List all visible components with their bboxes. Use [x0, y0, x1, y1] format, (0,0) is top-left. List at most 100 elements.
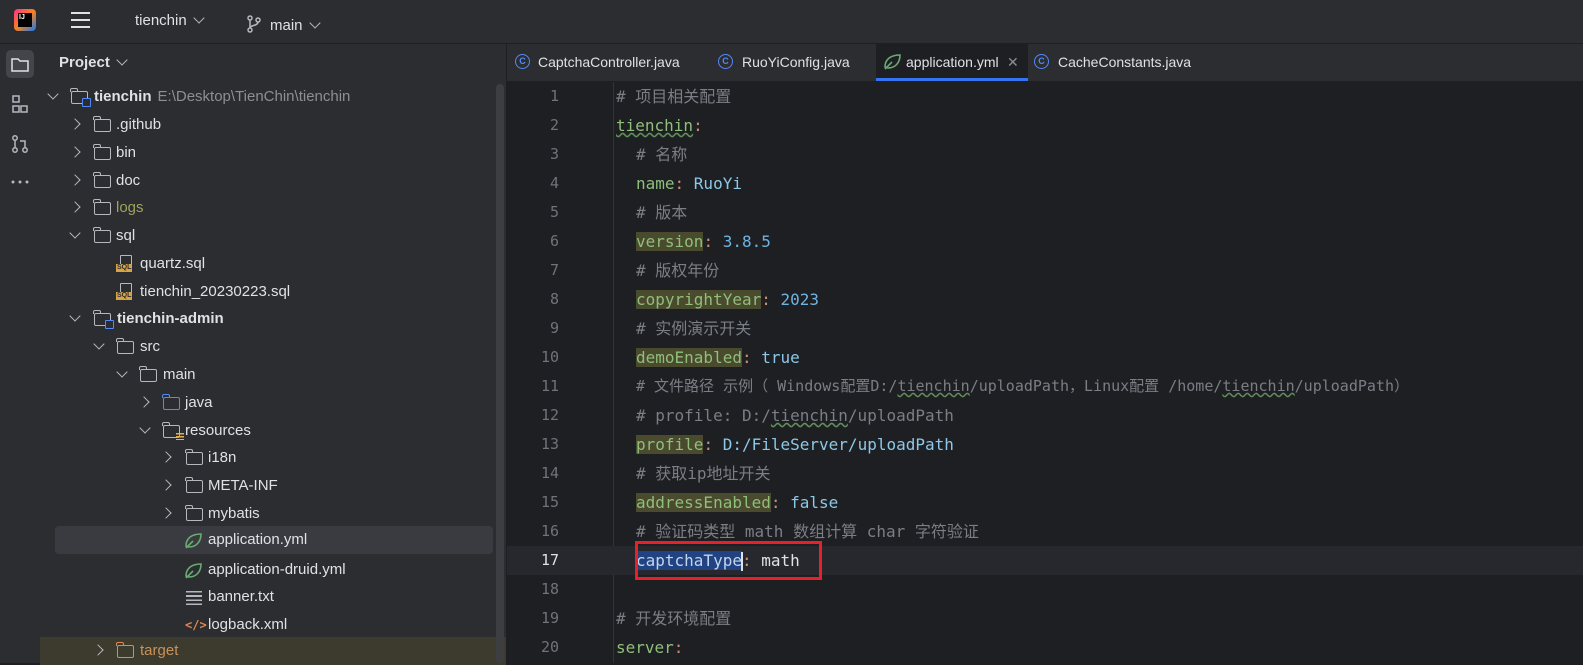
java-class-icon: C [515, 54, 530, 69]
tree-item-label: logs [116, 199, 144, 216]
chevron-right-icon [160, 451, 172, 463]
project-switcher[interactable]: tienchin [135, 12, 205, 29]
chevron-right-icon [69, 146, 81, 158]
line-number: 7 [549, 261, 559, 279]
tree-item-label: sql [116, 227, 136, 244]
tree-item-application-yml[interactable]: application.yml [55, 526, 493, 554]
module-folder-icon [93, 310, 114, 329]
intellij-logo-icon[interactable]: IJ [14, 9, 36, 31]
tree-item-label: logback.xml [208, 616, 288, 633]
tree-item-label: bin [116, 144, 137, 161]
chevron-down-icon [308, 17, 321, 29]
code-line: 13 profile: D:/FileServer/uploadPath [507, 430, 1583, 459]
yaml-key: tienchin [616, 116, 694, 135]
yaml-value: D:/FileServer/uploadPath [722, 435, 954, 454]
branch-switcher[interactable]: main [246, 12, 321, 34]
chevron-right-icon [92, 644, 104, 656]
tree-item-mybatis[interactable]: mybatis [40, 500, 495, 528]
tree-item-tienchin[interactable]: tienchin E:\Desktop\TienChin\tienchin [40, 83, 495, 111]
tree-item-label: application-druid.yml [208, 561, 346, 578]
tree-item-label: target [140, 642, 179, 659]
tree-item-label: src [140, 338, 160, 355]
folder-icon [93, 227, 111, 243]
tree-item-doc[interactable]: doc [40, 167, 495, 195]
folder-icon [93, 144, 111, 160]
tree-item-label: resources [185, 422, 251, 439]
yaml-value: true [761, 348, 800, 367]
project-scrollbar[interactable] [496, 84, 504, 663]
comment: # 获取ip地址开关 [636, 464, 771, 483]
pull-request-icon [12, 135, 28, 153]
tree-item-label: mybatis [208, 505, 260, 522]
spring-yaml-icon [185, 563, 202, 579]
commit-tool-button[interactable] [6, 130, 34, 158]
tree-item-application-druid-yml[interactable]: application-druid.yml [40, 556, 495, 584]
more-tools-button[interactable] [6, 168, 34, 196]
tree-item-java[interactable]: java [40, 389, 495, 417]
tree-item-quartz-sql[interactable]: SQL quartz.sql [40, 250, 495, 278]
tree-item-sql[interactable]: sql [40, 222, 495, 250]
tree-item-banner-txt[interactable]: banner.txt [40, 583, 495, 611]
yaml-key: name [636, 174, 675, 193]
tree-item-label: doc [116, 172, 141, 189]
tree-item-logback-xml[interactable]: </> logback.xml [40, 611, 495, 639]
folder-icon [93, 172, 111, 188]
tree-item-src[interactable]: src [40, 333, 495, 361]
tree-item-logs[interactable]: logs [40, 194, 495, 222]
tree-item-target[interactable]: target [40, 637, 506, 665]
tab-label: RuoYiConfig.java [742, 54, 850, 70]
line-number: 18 [540, 580, 559, 598]
more-icon [11, 180, 29, 184]
source-folder-icon [162, 394, 180, 410]
project-panel-header[interactable]: Project [59, 54, 128, 71]
code-line: 5 # 版本 [507, 198, 1583, 227]
line-number: 12 [540, 406, 559, 424]
folder-icon [185, 449, 203, 465]
tree-item-label: banner.txt [208, 588, 274, 605]
tree-item-tienchin-admin[interactable]: tienchin-admin [40, 305, 495, 333]
main-menu-icon[interactable] [71, 12, 90, 30]
yaml-key: captchaType [636, 551, 742, 570]
tree-item-label: META-INF [208, 477, 278, 494]
close-icon[interactable]: ✕ [1007, 44, 1019, 81]
code-line: 12 # profile: D:/tienchin/uploadPath [507, 401, 1583, 430]
yaml-key: addressEnabled [636, 493, 771, 512]
spring-yaml-icon [185, 533, 202, 549]
line-number: 14 [540, 464, 559, 482]
tree-item-resources[interactable]: resources [40, 417, 495, 445]
tree-item-i18n[interactable]: i18n [40, 444, 495, 472]
yaml-key: copyrightYear [636, 290, 762, 309]
chevron-down-icon [69, 310, 81, 322]
tab-captcha-controller[interactable]: C CaptchaController.java [507, 44, 713, 81]
tree-item-main[interactable]: main [40, 361, 495, 389]
folder-icon [139, 366, 157, 382]
tree-item-label: tienchin E:\Desktop\TienChin\tienchin [94, 88, 351, 105]
yaml-value: 2023 [780, 290, 820, 309]
structure-tool-button[interactable] [6, 90, 34, 118]
code-line: 11 # 文件路径 示例（ Windows配置D:/tienchin/upload… [507, 372, 1583, 401]
tree-item-tienchin-sql[interactable]: SQL tienchin_20230223.sql [40, 278, 495, 306]
chevron-right-icon [69, 174, 81, 186]
tree-item-meta-inf[interactable]: META-INF [40, 472, 495, 500]
chevron-down-icon [193, 12, 205, 24]
tree-item-label: tienchin-admin [117, 310, 224, 327]
comment: # 文件路径 示例（ Windows配置D:/tienchin/uploadPa… [636, 377, 1409, 395]
project-tool-button[interactable] [6, 50, 34, 78]
tree-item-bin[interactable]: bin [40, 139, 495, 167]
tab-cache-constants[interactable]: C CacheConstants.java [1028, 44, 1208, 81]
code-editor[interactable]: 1 # 项目相关配置 2 tienchin: 3 # 名称 4 name: RuoYi … [507, 82, 1583, 663]
code-line: 16 # 验证码类型 math 数组计算 char 字符验证 [507, 517, 1583, 546]
chevron-right-icon [160, 507, 172, 519]
project-name: tienchin [135, 12, 187, 29]
tree-item-label: application.yml [208, 531, 308, 548]
tab-ruoyi-config[interactable]: C RuoYiConfig.java [713, 44, 876, 81]
tree-item-label: tienchin_20230223.sql [140, 283, 291, 300]
text-file-icon [186, 591, 202, 605]
comment: # 版本 [636, 203, 688, 222]
comment: # profile: D:/tienchin/uploadPath [636, 406, 954, 425]
line-number: 8 [549, 290, 559, 308]
line-number: 13 [540, 435, 559, 453]
tab-application-yml[interactable]: application.yml ✕ [876, 44, 1028, 81]
yaml-key: profile [636, 435, 704, 454]
tree-item-github[interactable]: .github [40, 111, 495, 139]
